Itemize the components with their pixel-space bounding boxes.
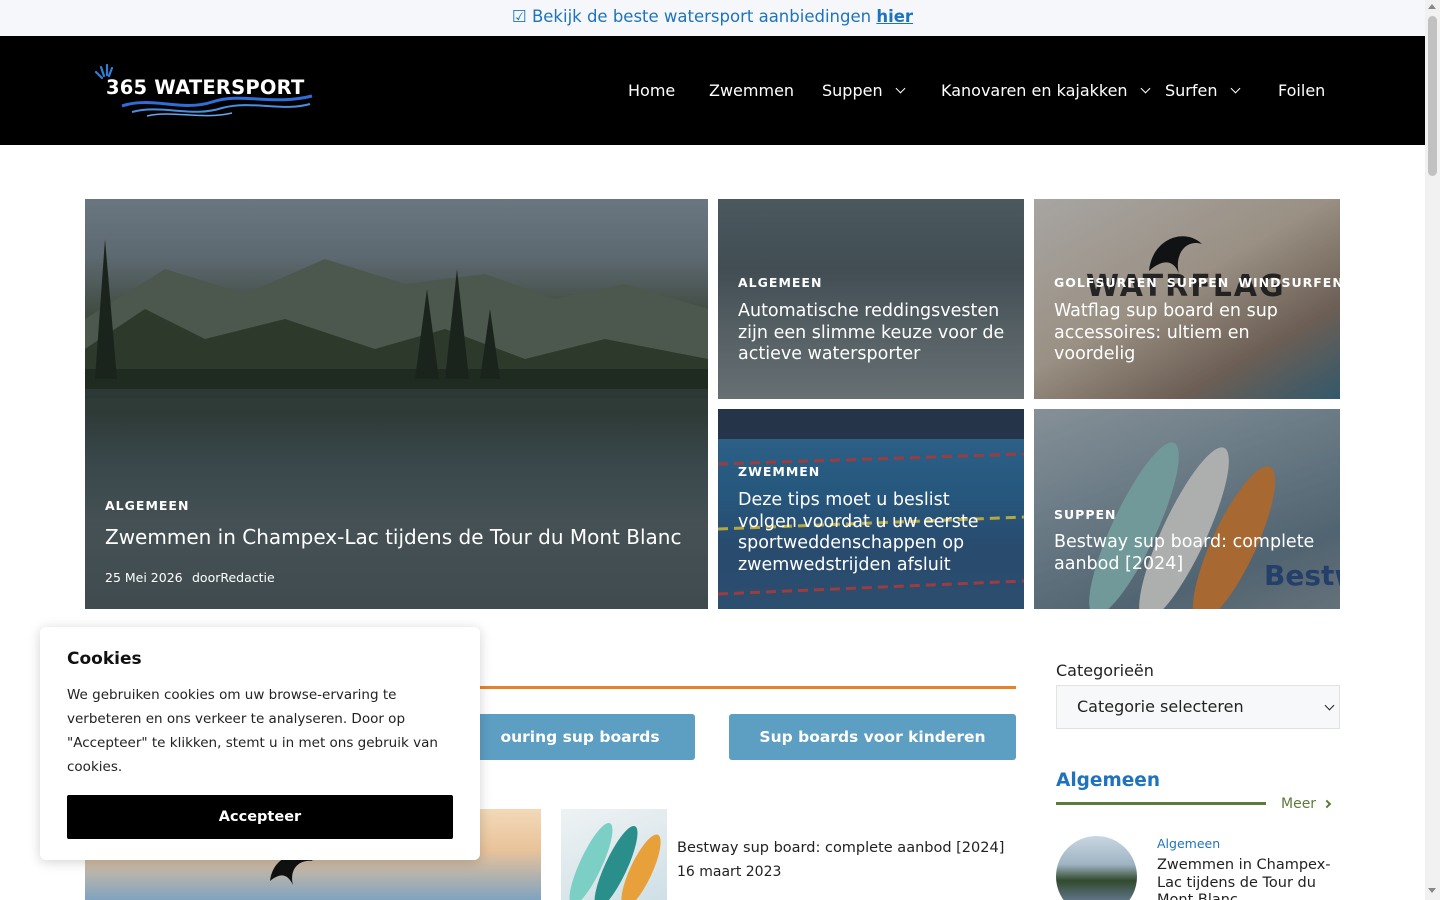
promo-text: ☑ Bekijk de beste watersport aanbiedinge…: [511, 7, 877, 26]
hero-card-watrflag[interactable]: WATRFLAG GOLFSURFEN SUPPEN WINDSURFEN Watf…: [1034, 199, 1340, 399]
site-header: 365 WATERSPORT Home Zwemmen Suppen Kanov…: [0, 36, 1425, 145]
page-scrollbar[interactable]: [1425, 0, 1440, 900]
card-category[interactable]: ZWEMMEN: [738, 464, 829, 479]
hero-main-category[interactable]: ALGEMEEN: [105, 498, 198, 513]
post-date: 16 maart 2023: [677, 864, 782, 880]
card-title[interactable]: Watflag sup board en sup accessoires: ul…: [1054, 301, 1324, 366]
hero-card-zwemtips[interactable]: ZWEMMEN Deze tips moet u beslist volgen …: [718, 409, 1024, 609]
card-category[interactable]: ALGEMEEN: [738, 275, 831, 290]
card-categories[interactable]: GOLFSURFEN SUPPEN WINDSURFEN: [1054, 275, 1340, 290]
card-overlay: [718, 199, 1024, 399]
promo-link[interactable]: hier: [876, 7, 913, 26]
nav-zwemmen[interactable]: Zwemmen: [709, 81, 794, 100]
more-link[interactable]: Meer: [1281, 796, 1332, 812]
nav-home[interactable]: Home: [628, 81, 675, 100]
chevron-down-icon: [1230, 83, 1240, 94]
hero-main-date: 25 Mei 2026: [105, 570, 183, 585]
card-overlay: [1034, 199, 1340, 399]
chevron-right-icon: [1322, 799, 1332, 809]
nav-foilen-label: Foilen: [1278, 81, 1326, 100]
site-logo[interactable]: 365 WATERSPORT: [92, 62, 316, 118]
chevron-down-icon: [895, 83, 906, 94]
scroll-thumb[interactable]: [1428, 16, 1437, 176]
hero-main-card[interactable]: ALGEMEEN Zwemmen in Champex-Lac tijdens …: [85, 199, 708, 609]
sup-boards-kinderen-button[interactable]: Sup boards voor kinderen: [729, 714, 1016, 760]
section-divider: [478, 686, 1016, 689]
more-label: Meer: [1281, 796, 1317, 812]
nav-foilen[interactable]: Foilen: [1278, 81, 1325, 100]
category-select[interactable]: Categorie selecteren: [1056, 685, 1340, 729]
nav-suppen[interactable]: Suppen: [822, 81, 906, 100]
cookie-title: Cookies: [67, 649, 142, 669]
card-title[interactable]: Automatische reddingsvesten zijn een sli…: [738, 301, 1008, 366]
hero-main-author[interactable]: doorRedactie: [192, 570, 275, 585]
categories-label: Categorieën: [1056, 661, 1154, 680]
nav-zwemmen-label: Zwemmen: [709, 81, 795, 100]
nav-home-label: Home: [628, 81, 676, 100]
hero-card-bestway[interactable]: Bestw SUPPEN Bestway sup board: complete…: [1034, 409, 1340, 609]
post-title[interactable]: Bestway sup board: complete aanbod [2024…: [677, 840, 1004, 856]
sidebar-post-category[interactable]: Algemeen: [1157, 836, 1220, 851]
chevron-down-icon: [1324, 700, 1335, 711]
hero-card-reddingsvesten[interactable]: ALGEMEEN Automatische reddingsvesten zij…: [718, 199, 1024, 399]
card-category[interactable]: SUPPEN: [1054, 507, 1125, 522]
nav-surfen[interactable]: Surfen: [1165, 81, 1240, 100]
post-thumbnail-small[interactable]: [561, 809, 667, 900]
scroll-up-icon[interactable]: [1428, 4, 1436, 9]
sidebar-heading-algemeen[interactable]: Algemeen: [1056, 770, 1160, 791]
cookie-text: We gebruiken cookies om uw browse-ervari…: [67, 687, 438, 775]
nav-surfen-label: Surfen: [1165, 81, 1218, 100]
card-title[interactable]: Bestway sup board: complete aanbod [2024…: [1054, 532, 1324, 575]
logo-text: 365 WATERSPORT: [106, 76, 305, 99]
sidebar-post-thumbnail[interactable]: [1056, 836, 1137, 900]
nav-suppen-label: Suppen: [822, 81, 883, 100]
chevron-down-icon: [1140, 83, 1151, 94]
sup-boards-image: [569, 822, 661, 900]
cookie-dialog: Cookies We gebruiken cookies om uw brows…: [40, 627, 480, 860]
category-select-value: Categorie selecteren: [1077, 697, 1244, 716]
promo-bar: ☑ Bekijk de beste watersport aanbiedinge…: [0, 0, 1425, 36]
nav-kanovaren-label: Kanovaren en kajakken: [941, 81, 1128, 100]
sidebar-divider: [1056, 802, 1266, 805]
hero-main-title[interactable]: Zwemmen in Champex-Lac tijdens de Tour d…: [105, 525, 695, 549]
card-title[interactable]: Deze tips moet u beslist volgen voordat …: [738, 490, 1013, 576]
scroll-down-icon[interactable]: [1428, 888, 1436, 893]
sidebar-post-title[interactable]: Zwemmen in Champex-Lac tijdens de Tour d…: [1157, 857, 1337, 900]
nav-kanovaren[interactable]: Kanovaren en kajakken: [941, 81, 1151, 100]
accept-cookies-button[interactable]: Accepteer: [67, 795, 453, 839]
